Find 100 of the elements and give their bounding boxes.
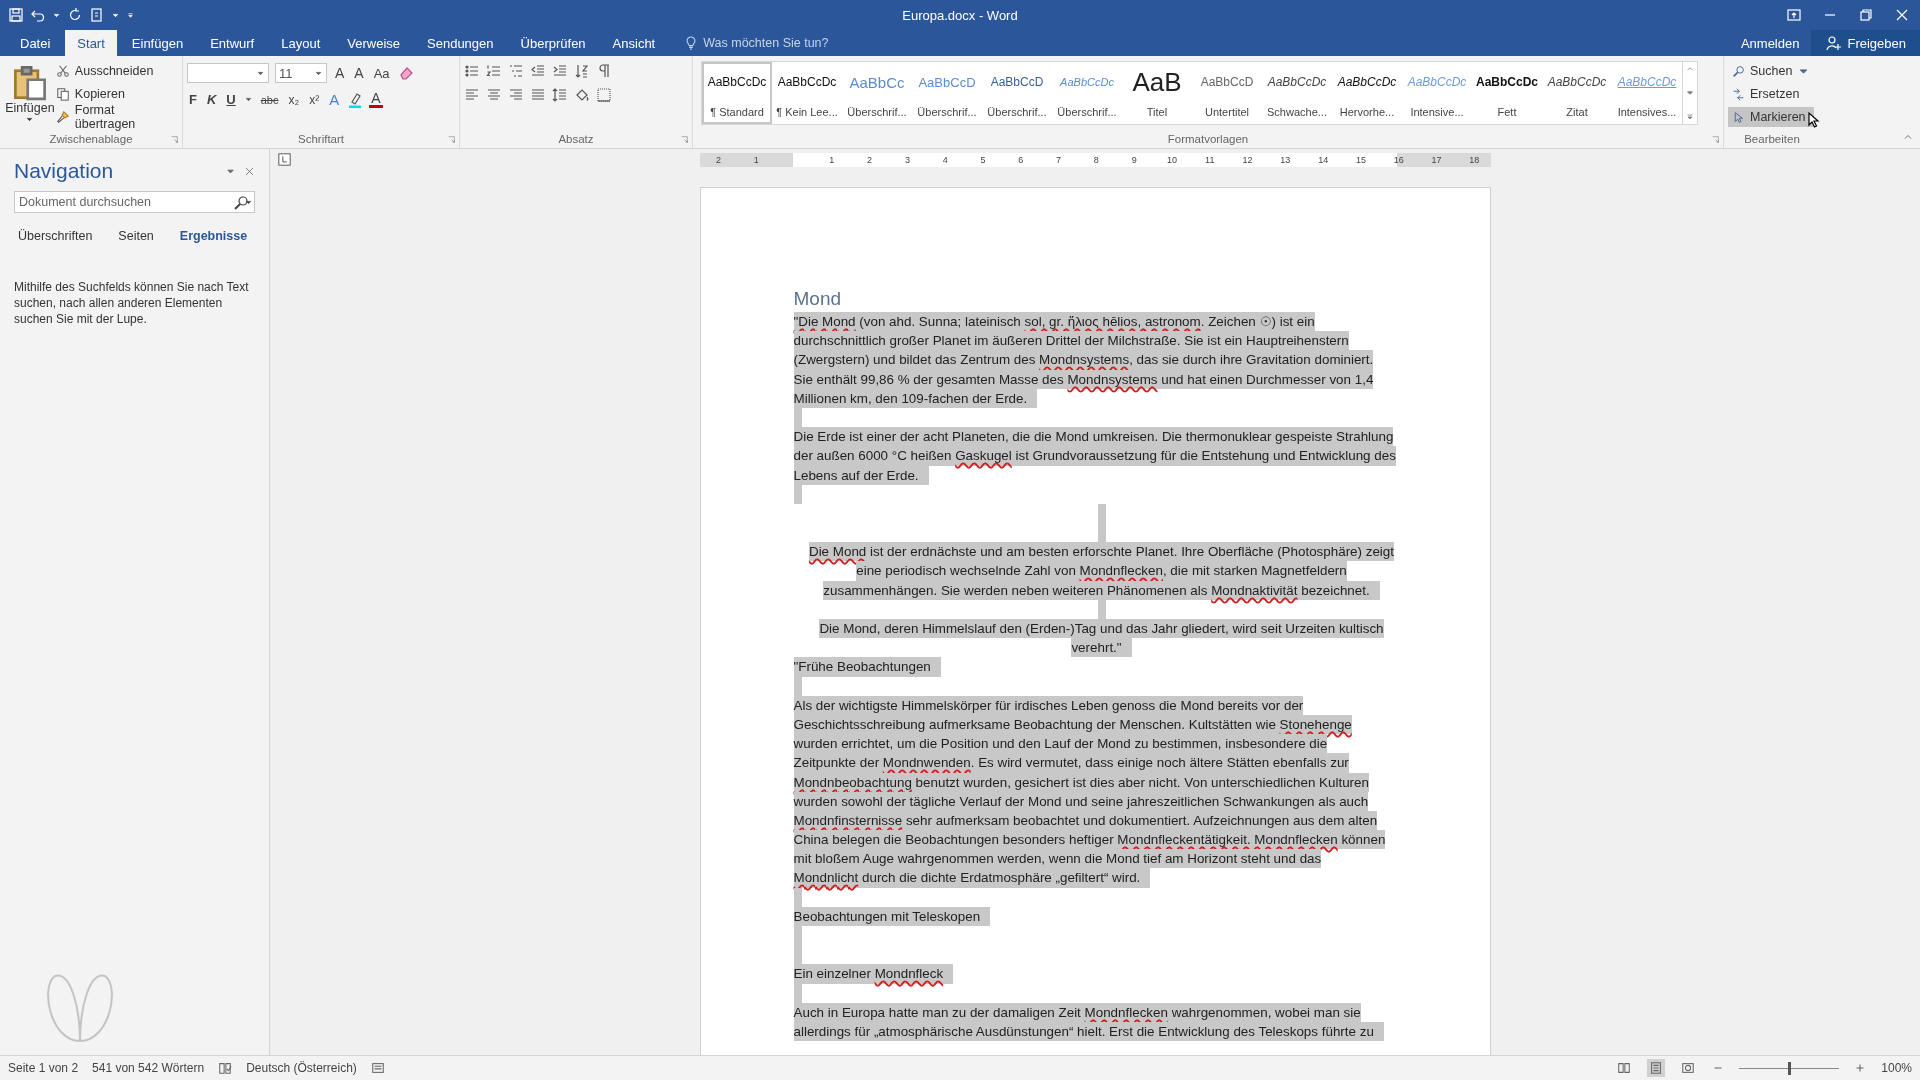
word-count[interactable]: 541 von 542 Wörtern	[92, 1061, 205, 1075]
style-item[interactable]: AaBbCcDc Zitat	[1542, 62, 1612, 124]
strikethrough-button[interactable]: abc	[258, 93, 281, 106]
page-count[interactable]: Seite 1 von 2	[8, 1061, 79, 1075]
increase-indent-icon[interactable]	[552, 63, 568, 79]
pane-tab[interactable]: Überschriften	[18, 229, 93, 243]
change-case-button[interactable]: Aa	[371, 65, 392, 81]
tab-stop-icon[interactable]	[278, 153, 291, 166]
superscript-button[interactable]: x²	[307, 92, 322, 107]
style-item[interactable]: AaBbCcDc ¶ Standard	[702, 62, 772, 124]
scroll-down-icon[interactable]	[1685, 88, 1695, 98]
close-icon[interactable]	[244, 165, 255, 177]
proofing-icon[interactable]	[218, 1061, 233, 1075]
ribbon-tab[interactable]: Datei	[8, 30, 63, 56]
style-item[interactable]: AaBbCcD Überschrif...	[982, 62, 1052, 124]
justify-icon[interactable]	[530, 87, 546, 103]
restore-icon[interactable]	[1858, 7, 1874, 23]
style-item[interactable]: AaBbCcD Überschrif...	[912, 62, 982, 124]
font-size-field[interactable]: 11	[275, 63, 327, 83]
sort-icon[interactable]	[574, 63, 590, 79]
search-icon[interactable]	[233, 195, 249, 211]
bullet-list-icon[interactable]	[464, 63, 480, 79]
decrease-indent-icon[interactable]	[530, 63, 546, 79]
style-item[interactable]: AaBbCcD Untertitel	[1192, 62, 1262, 124]
ribbon-display-icon[interactable]	[1786, 7, 1802, 23]
group-label: Zwischenablage	[49, 133, 133, 145]
line-spacing-icon[interactable]	[552, 87, 568, 103]
share-button[interactable]: Freigeben	[1811, 30, 1920, 56]
style-item[interactable]: AaBbCcDc Fett	[1472, 62, 1542, 124]
ribbon-tab[interactable]: Layout	[269, 30, 333, 56]
pane-tab[interactable]: Seiten	[118, 229, 154, 243]
ruler-number: 2	[714, 154, 722, 167]
dialog-launcher-icon[interactable]	[680, 134, 689, 144]
search-icon	[1732, 64, 1745, 78]
help-text: Mithilfe des Suchfelds können Sie nach Text suchen, nach allen anderen Elementen suchen Sie mit der Lupe.	[14, 279, 250, 327]
ribbon-tab[interactable]: Sendungen	[415, 30, 506, 56]
ruler-number: 1	[752, 154, 760, 167]
grow-font-button[interactable]: A	[333, 65, 347, 81]
paint-bucket-icon[interactable]	[574, 87, 590, 103]
bold-button[interactable]: F	[187, 92, 199, 107]
language-indicator[interactable]: Deutsch (Österreich)	[246, 1061, 357, 1075]
caret-icon[interactable]	[244, 198, 253, 207]
align-left-icon[interactable]	[464, 87, 480, 103]
pilcrow-icon[interactable]	[596, 63, 612, 79]
paste-button[interactable]: Einfügen	[4, 61, 56, 124]
font-name-field[interactable]	[187, 63, 269, 83]
dialog-launcher-icon[interactable]	[1711, 134, 1720, 144]
style-item[interactable]: AaBbCcDc Hervorhe...	[1332, 62, 1402, 124]
find-button[interactable]: Suchen	[1728, 61, 1815, 81]
style-item[interactable]: AaB Titel	[1122, 62, 1192, 124]
ribbon-tab[interactable]: Ansicht	[600, 30, 668, 56]
shrink-font-button[interactable]: A	[352, 65, 366, 81]
numbered-list-icon[interactable]	[486, 63, 502, 79]
ribbon-tab[interactable]: Entwurf	[198, 30, 267, 56]
save-icon[interactable]	[8, 7, 24, 23]
align-right-icon[interactable]	[508, 87, 524, 103]
ribbon-tab[interactable]: Verweise	[335, 30, 413, 56]
font-color-button[interactable]: A	[369, 91, 383, 108]
multilevel-list-icon[interactable]	[508, 63, 524, 79]
redo-icon[interactable]	[67, 7, 83, 23]
print-layout-icon[interactable]	[1647, 1059, 1666, 1077]
ruler-number: 12	[1241, 154, 1254, 167]
ruler-number: 6	[1017, 154, 1025, 167]
group-label: Bearbeiten	[1744, 133, 1800, 145]
borders-icon[interactable]	[596, 87, 612, 103]
more-icon[interactable]	[1685, 112, 1695, 122]
italic-button[interactable]: K	[204, 92, 219, 107]
highlighter-icon[interactable]	[347, 91, 364, 108]
sign-in-link[interactable]: Anmelden	[1728, 30, 1812, 56]
pane-tab[interactable]: Ergebnisse	[179, 229, 248, 243]
heading-text: Mond	[793, 287, 842, 311]
zoom-level[interactable]: 100%	[1881, 1061, 1912, 1075]
copy-button[interactable]: Kopieren	[55, 84, 178, 104]
ribbon-tab[interactable]: Start	[65, 30, 117, 56]
document-icon[interactable]	[89, 7, 105, 23]
dialog-launcher-icon[interactable]	[170, 134, 179, 144]
style-item[interactable]: AaBbCcDc Überschrif...	[1052, 62, 1122, 124]
style-item[interactable]: AaBbCcDc Intensives...	[1612, 62, 1682, 124]
style-item[interactable]: AaBbCc Überschrif...	[842, 62, 912, 124]
text-effects-button[interactable]: A	[327, 91, 342, 108]
customize-icon[interactable]	[126, 10, 135, 20]
tell-me-field[interactable]: Was möchten Sie tun?	[674, 36, 839, 56]
style-item[interactable]: AaBbCcDc Intensive...	[1402, 62, 1472, 124]
ribbon-tab[interactable]: Überprüfen	[508, 30, 598, 56]
macro-icon[interactable]	[370, 1061, 385, 1075]
caret-icon[interactable]	[243, 95, 253, 104]
underline-button[interactable]: U	[224, 92, 238, 107]
ruler-number: 7	[1055, 154, 1063, 167]
dialog-launcher-icon[interactable]	[447, 134, 456, 144]
search-field[interactable]: Dokument durchsuchen	[14, 191, 255, 213]
ribbon-tab[interactable]: Einfügen	[119, 30, 196, 56]
cut-button[interactable]: Ausschneiden	[55, 61, 178, 81]
replace-button[interactable]: Ersetzen	[1728, 84, 1815, 104]
align-center-icon[interactable]	[486, 87, 502, 103]
close-icon[interactable]	[1894, 7, 1910, 23]
style-item[interactable]: AaBbCcDc ¶ Kein Lee...	[772, 62, 842, 124]
ruler-number: 5	[979, 154, 987, 167]
subscript-button[interactable]: x₂	[286, 92, 302, 107]
style-item[interactable]: AaBbCcDc Schwache...	[1262, 62, 1332, 124]
horizontal-ruler[interactable]: 2 1 1 2 3 4 5 6 7 8 9 10 11 12 13 14 15 16 17 18	[699, 153, 1491, 167]
